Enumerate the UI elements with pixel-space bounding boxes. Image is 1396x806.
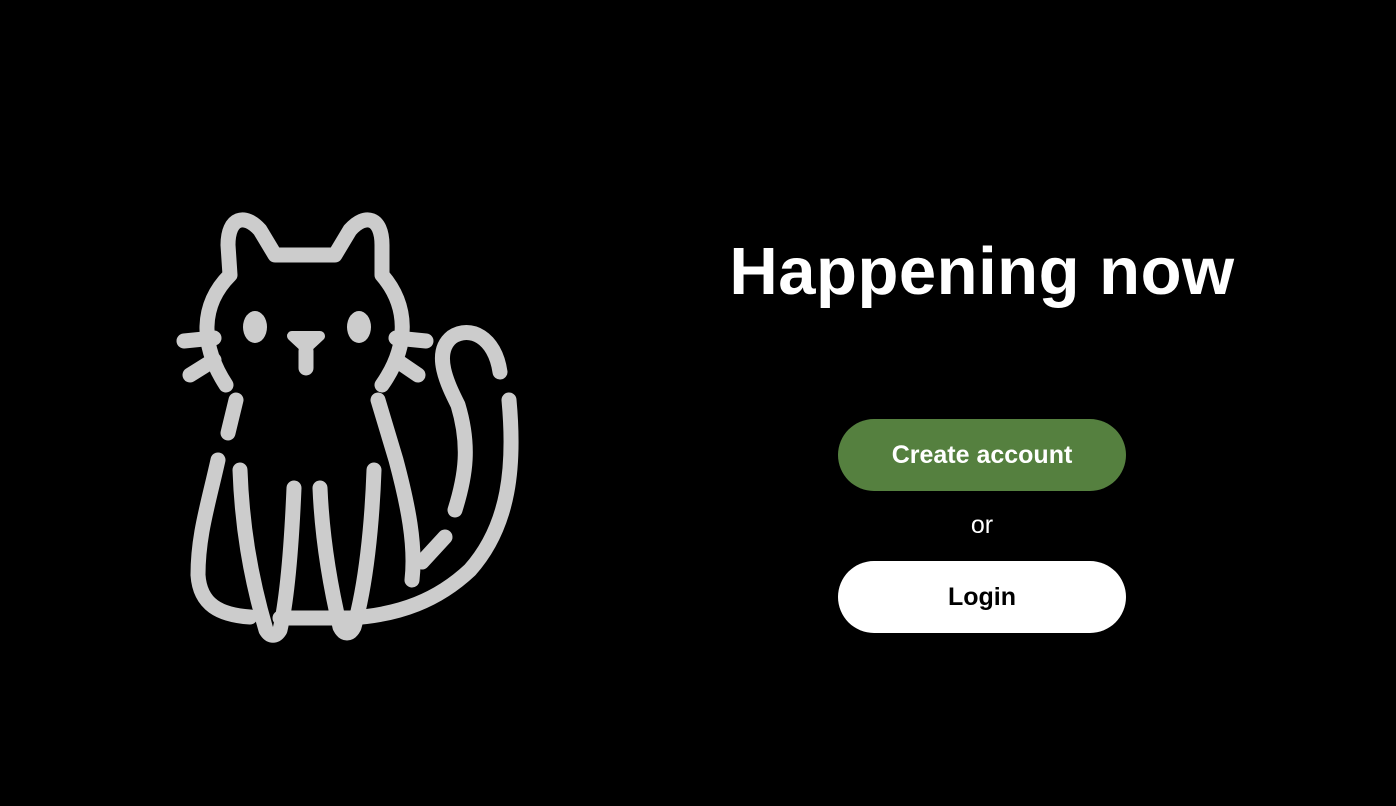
auth-panel: Happening now Create account or Login xyxy=(682,0,1282,806)
page-title: Happening now xyxy=(729,234,1235,309)
cat-icon xyxy=(170,205,530,645)
or-separator: or xyxy=(970,511,994,539)
create-account-button[interactable]: Create account xyxy=(838,419,1126,491)
landing-page: Happening now Create account or Login xyxy=(0,0,1396,806)
login-button[interactable]: Login xyxy=(838,561,1126,633)
